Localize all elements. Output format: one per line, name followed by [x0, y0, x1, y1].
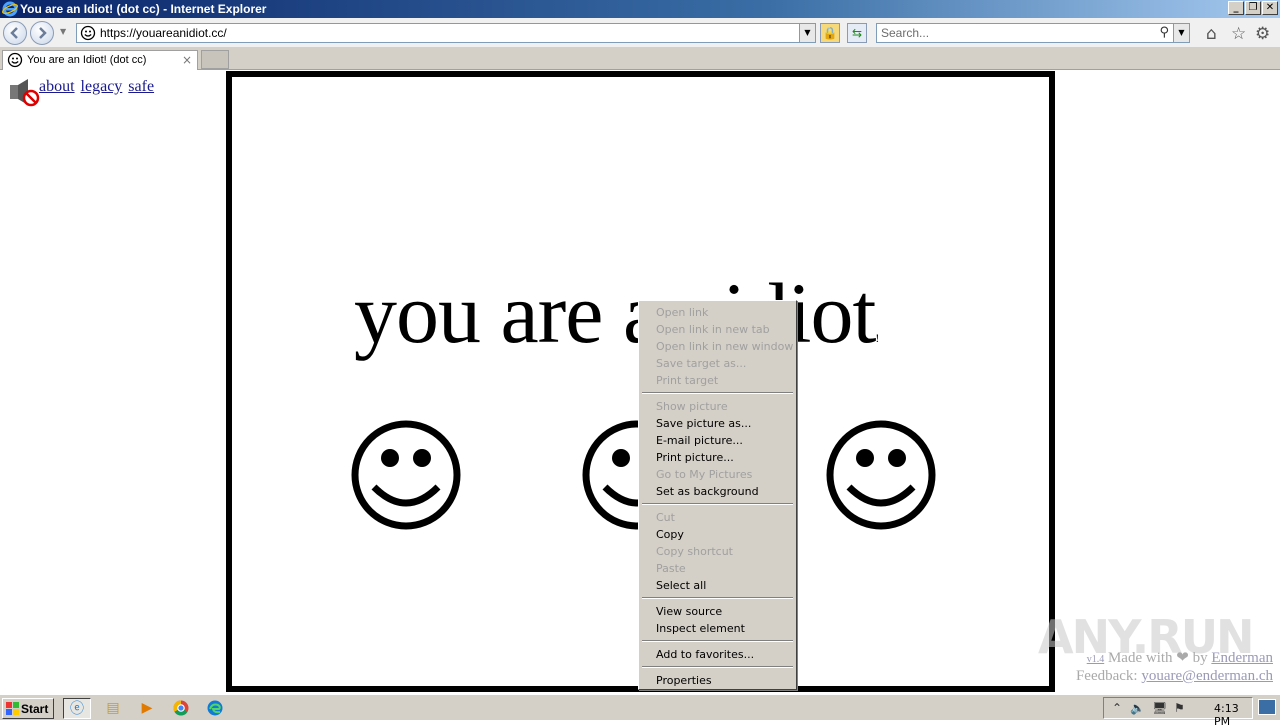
- taskbar-edge-icon[interactable]: [201, 698, 229, 719]
- by-text: by: [1192, 650, 1208, 666]
- home-icon[interactable]: ⌂: [1206, 24, 1217, 44]
- menu-item-open-link[interactable]: Open link: [656, 304, 708, 321]
- windows-flag-icon: [6, 702, 19, 715]
- context-menu: Open link Open link in new tab Open link i…: [638, 300, 797, 690]
- forward-arrow-icon: [39, 27, 47, 39]
- legacy-link[interactable]: legacy: [81, 78, 123, 95]
- version-link[interactable]: v1.4: [1087, 654, 1105, 665]
- menu-item-print-target[interactable]: Print target: [656, 372, 718, 389]
- search-box[interactable]: Search... ⚲ ▼: [876, 23, 1190, 43]
- refresh-icon[interactable]: ⇆: [847, 23, 867, 43]
- tab-close-icon[interactable]: ×: [182, 53, 192, 67]
- menu-item-save-picture-as[interactable]: Save picture as...: [656, 415, 751, 432]
- menu-separator: [642, 392, 793, 394]
- menu-item-properties[interactable]: Properties: [656, 672, 712, 689]
- close-window-button[interactable]: ✕: [1262, 1, 1278, 15]
- menu-item-copy[interactable]: Copy: [656, 526, 684, 543]
- taskbar-ie-icon[interactable]: ⓔ: [63, 698, 91, 719]
- action-center-flag-icon[interactable]: ⚑: [1174, 701, 1185, 715]
- taskbar-explorer-icon[interactable]: ▤: [99, 698, 127, 719]
- feedback-email-link[interactable]: youare@enderman.ch: [1141, 668, 1273, 684]
- restore-button[interactable]: ❐: [1245, 1, 1261, 15]
- show-hidden-icons-icon[interactable]: ⌃: [1112, 701, 1122, 715]
- smiley-tab-icon: [7, 52, 23, 68]
- internet-explorer-icon: [2, 1, 18, 17]
- system-tray: ⌃ 🔈 🖥 ⚑ 4:13 PM: [1103, 697, 1253, 728]
- window-title: You are an Idiot! (dot cc) - Internet Ex…: [20, 2, 267, 16]
- heart-icon: ❤: [1176, 650, 1189, 666]
- taskbar-media-player-icon[interactable]: ▶: [133, 698, 161, 719]
- navigation-bar: ▼ https://youareanidiot.cc/ ▼ 🔒 ⇆ Search…: [0, 18, 1280, 48]
- menu-item-show-picture[interactable]: Show picture: [656, 398, 728, 415]
- menu-item-add-to-favorites[interactable]: Add to favorites...: [656, 646, 754, 663]
- show-desktop-button[interactable]: [1258, 699, 1276, 715]
- sound-muted-icon[interactable]: [8, 79, 40, 107]
- start-label: Start: [21, 702, 49, 716]
- headline: you are an idiot!: [354, 263, 879, 363]
- smiley-favicon-icon: [80, 25, 96, 41]
- minimize-button[interactable]: _: [1228, 1, 1244, 15]
- back-arrow-icon: [10, 27, 18, 39]
- taskbar: Start ⓔ ▤ ▶ ⌃ 🔈 🖥 ⚑ 4:13 PM: [0, 694, 1280, 728]
- headline-text: you are an idiot: [354, 265, 876, 361]
- menu-item-paste[interactable]: Paste: [656, 560, 686, 577]
- headline-suffix: !: [875, 331, 879, 345]
- menu-separator: [642, 640, 793, 642]
- search-dropdown-icon[interactable]: ▼: [1173, 24, 1189, 42]
- smiley-face-icon: [826, 420, 936, 530]
- menu-item-print-picture[interactable]: Print picture...: [656, 449, 734, 466]
- network-icon[interactable]: 🖥: [1152, 701, 1167, 715]
- safe-link[interactable]: safe: [128, 78, 154, 95]
- volume-icon[interactable]: 🔈: [1130, 701, 1145, 715]
- menu-item-open-link-in-new-window[interactable]: Open link in new window: [656, 338, 793, 355]
- menu-item-open-link-in-new-tab[interactable]: Open link in new tab: [656, 321, 770, 338]
- nav-links: about legacy safe: [39, 78, 156, 96]
- forward-button[interactable]: [30, 21, 54, 45]
- smiley-face-icon: [351, 420, 461, 530]
- menu-separator: [642, 666, 793, 668]
- new-tab-button[interactable]: [201, 50, 229, 69]
- chrome-icon: [173, 700, 189, 716]
- taskbar-chrome-icon[interactable]: [167, 698, 195, 719]
- favorites-star-icon[interactable]: ☆: [1231, 24, 1246, 44]
- about-link[interactable]: about: [39, 78, 75, 95]
- feedback-label: Feedback:: [1075, 668, 1138, 684]
- window-titlebar[interactable]: You are an Idiot! (dot cc) - Internet Ex…: [0, 0, 1280, 18]
- menu-item-view-source[interactable]: View source: [656, 603, 722, 620]
- tab-youareanidiot[interactable]: You are an Idiot! (dot cc) ×: [2, 50, 198, 70]
- tab-bar: You are an Idiot! (dot cc) ×: [0, 48, 1280, 70]
- menu-separator: [642, 503, 793, 505]
- author-link[interactable]: Enderman: [1211, 650, 1273, 666]
- url-text: https://youareanidiot.cc/: [100, 26, 227, 40]
- menu-item-cut[interactable]: Cut: [656, 509, 675, 526]
- menu-item-save-target-as[interactable]: Save target as...: [656, 355, 746, 372]
- search-placeholder: Search...: [881, 26, 930, 40]
- menu-item-set-as-background[interactable]: Set as background: [656, 483, 759, 500]
- credits: v1.4 Made with ❤ by Enderman Feedback: y…: [1076, 650, 1273, 685]
- search-icon[interactable]: ⚲: [1159, 25, 1169, 40]
- menu-separator: [642, 597, 793, 599]
- tab-label: You are an Idiot! (dot cc): [27, 54, 147, 66]
- menu-item-copy-shortcut[interactable]: Copy shortcut: [656, 543, 733, 560]
- menu-item-inspect-element[interactable]: Inspect element: [656, 620, 745, 637]
- security-lock-icon[interactable]: 🔒: [820, 23, 840, 43]
- clock[interactable]: 4:13 PM: [1214, 702, 1252, 728]
- back-button[interactable]: [3, 21, 27, 45]
- menu-item-go-to-my-pictures[interactable]: Go to My Pictures: [656, 466, 752, 483]
- tools-gear-icon[interactable]: ⚙: [1255, 24, 1270, 44]
- address-dropdown-icon[interactable]: ▼: [799, 24, 815, 42]
- start-button[interactable]: Start: [2, 698, 54, 719]
- address-bar[interactable]: https://youareanidiot.cc/ ▼: [76, 23, 816, 43]
- menu-item-e-mail-picture[interactable]: E-mail picture...: [656, 432, 743, 449]
- menu-item-select-all[interactable]: Select all: [656, 577, 706, 594]
- edge-icon: [207, 700, 223, 716]
- made-with-text: Made with: [1107, 650, 1173, 666]
- history-dropdown-icon[interactable]: ▼: [60, 27, 66, 36]
